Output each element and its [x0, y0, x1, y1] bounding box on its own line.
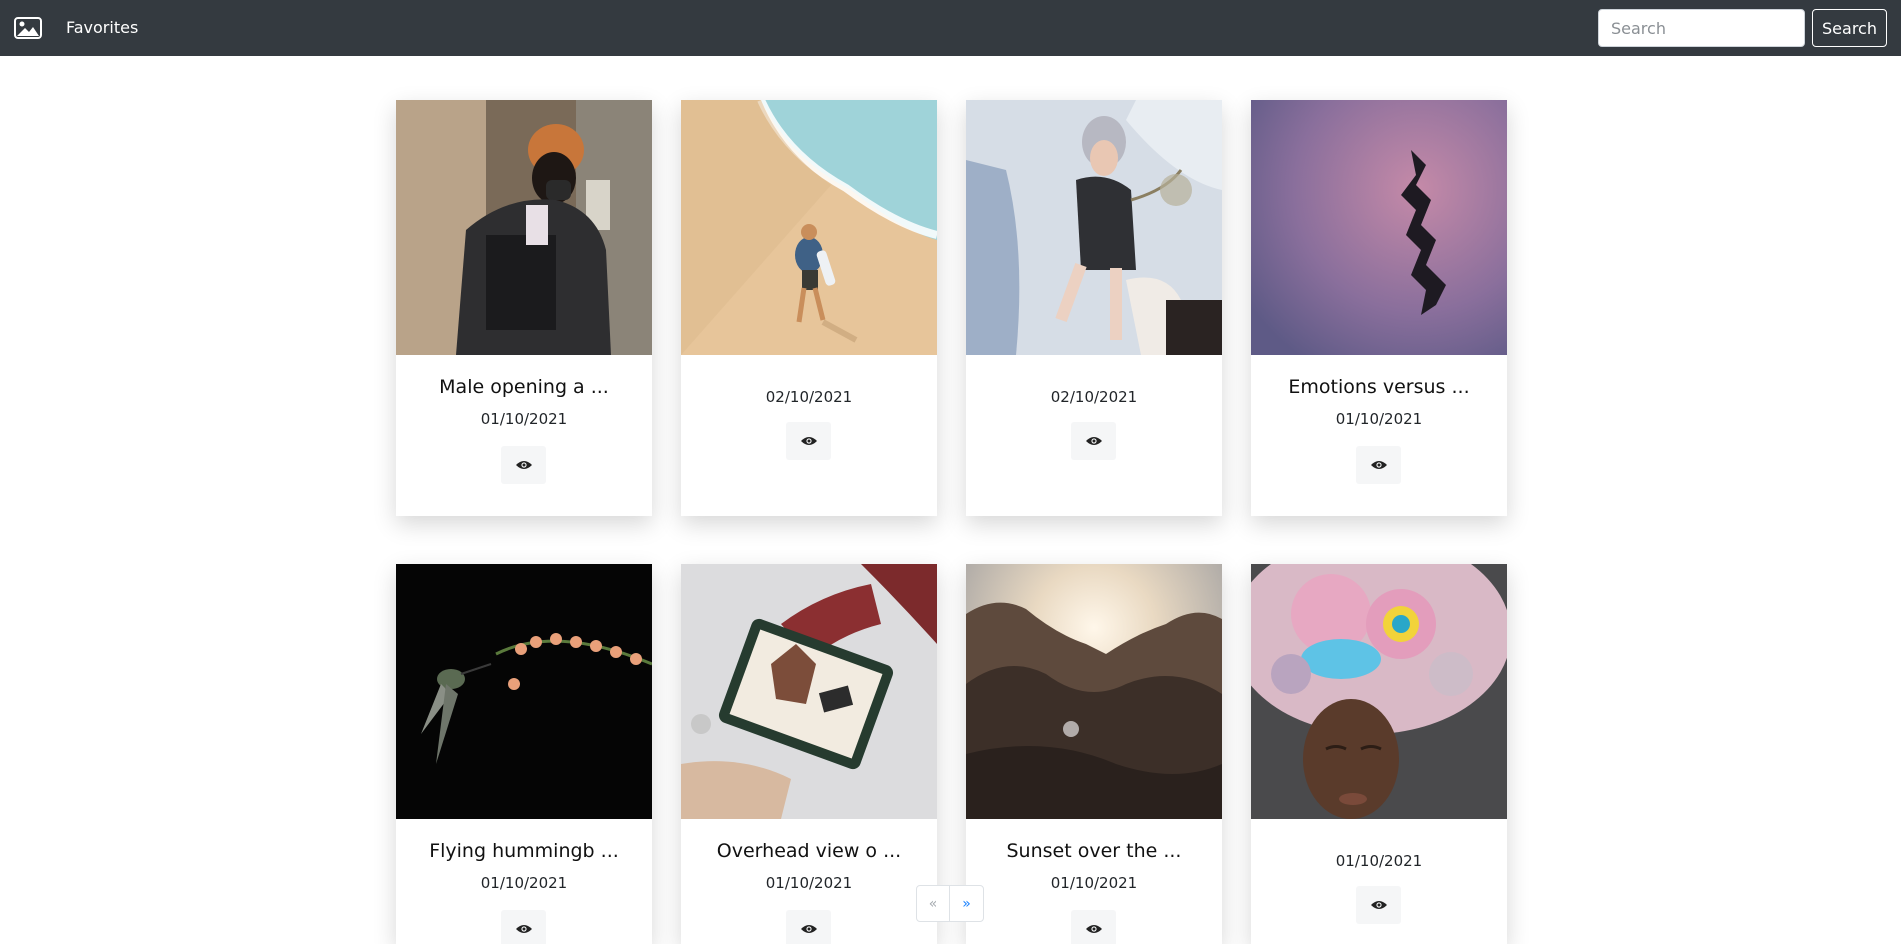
card-date: 01/10/2021 — [480, 410, 568, 428]
image-icon[interactable] — [14, 17, 42, 39]
card-image[interactable] — [966, 100, 1222, 355]
eye-icon — [515, 925, 532, 933]
card-date: 01/10/2021 — [765, 874, 853, 892]
card-image[interactable] — [1251, 100, 1507, 355]
card-date: 02/10/2021 — [1050, 388, 1138, 406]
view-button[interactable] — [1071, 422, 1116, 460]
search-input[interactable] — [1598, 9, 1805, 47]
pagination-prev[interactable]: « — [917, 886, 951, 921]
card-image[interactable] — [1251, 564, 1507, 819]
eye-icon — [800, 437, 817, 445]
card-date: 01/10/2021 — [480, 874, 568, 892]
view-button[interactable] — [501, 446, 546, 484]
card-date: 01/10/2021 — [1335, 852, 1423, 870]
card-title: Emotions versus ... — [1288, 376, 1470, 398]
photo-card: Overhead view o ... 01/10/2021 — [681, 564, 937, 944]
card-title: Flying hummingb ... — [429, 840, 619, 862]
photo-card: Male opening a ... 01/10/2021 — [396, 100, 652, 516]
view-button[interactable] — [1356, 886, 1401, 924]
photo-card: Emotions versus ... 01/10/2021 — [1251, 100, 1507, 516]
eye-icon — [800, 925, 817, 933]
card-title: Sunset over the ... — [1006, 840, 1182, 862]
card-image[interactable] — [396, 564, 652, 819]
view-button[interactable] — [1356, 446, 1401, 484]
eye-icon — [1370, 901, 1387, 909]
eye-icon — [1370, 461, 1387, 469]
pagination: « » — [916, 885, 984, 922]
search-button[interactable]: Search — [1812, 9, 1887, 47]
card-image[interactable] — [966, 564, 1222, 819]
card-title: Male opening a ... — [439, 376, 609, 398]
photo-card: 01/10/2021 — [1251, 564, 1507, 944]
card-date: 01/10/2021 — [1335, 410, 1423, 428]
card-date: 01/10/2021 — [1050, 874, 1138, 892]
nav-favorites-link[interactable]: Favorites — [66, 18, 138, 37]
photo-card: 02/10/2021 — [966, 100, 1222, 516]
eye-icon — [1085, 437, 1102, 445]
eye-icon — [1085, 925, 1102, 933]
view-button[interactable] — [786, 422, 831, 460]
top-navbar: Favorites Search — [0, 0, 1901, 56]
card-image[interactable] — [396, 100, 652, 355]
card-image[interactable] — [681, 564, 937, 819]
eye-icon — [515, 461, 532, 469]
photo-card: Flying hummingb ... 01/10/2021 — [396, 564, 652, 944]
pagination-next[interactable]: » — [950, 886, 983, 921]
card-image[interactable] — [681, 100, 937, 355]
card-title: Overhead view o ... — [716, 840, 902, 862]
photo-card: Sunset over the ... 01/10/2021 — [966, 564, 1222, 944]
photo-card: 02/10/2021 — [681, 100, 937, 516]
card-date: 02/10/2021 — [765, 388, 853, 406]
